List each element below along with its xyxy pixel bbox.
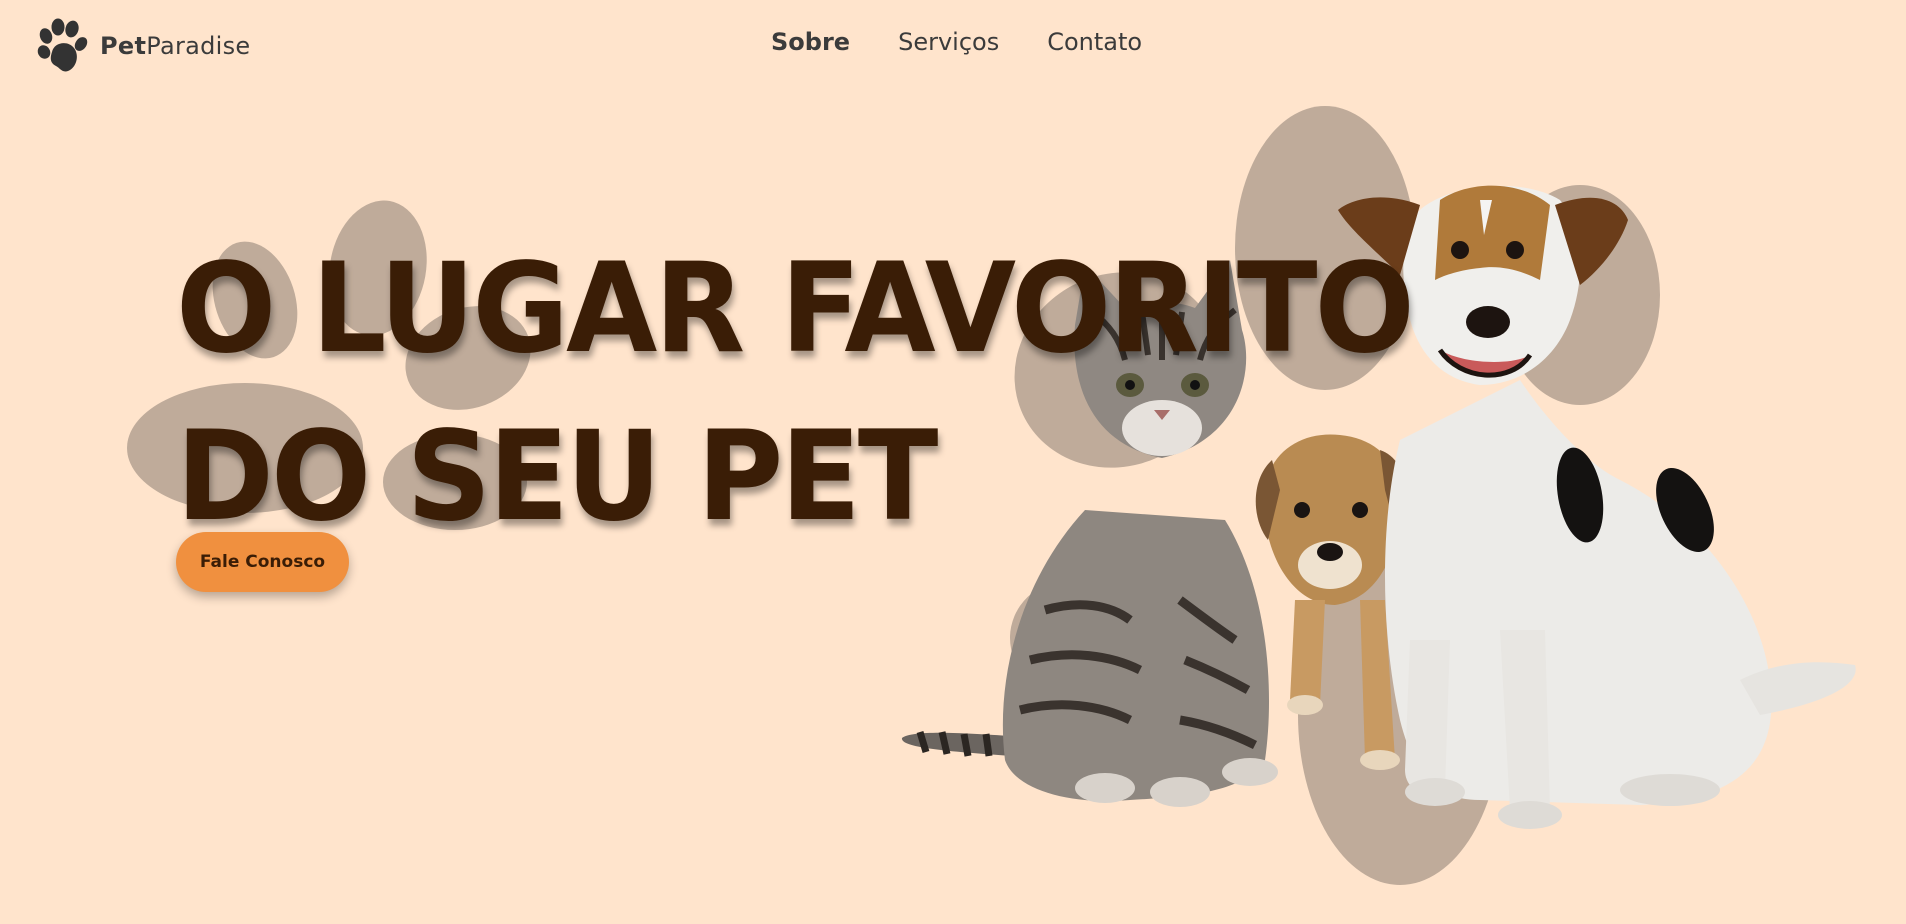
logo-text-bold: Pet: [100, 32, 147, 60]
logo[interactable]: PetParadise: [34, 18, 251, 74]
hero-headline: O LUGAR FAVORITO DO SEU PET: [176, 224, 1415, 560]
landing-page: PetParadise Sobre Serviços Contato O LUG…: [0, 0, 1906, 924]
dog-image: [1338, 185, 1856, 829]
hero-headline-line2: DO SEU PET: [176, 403, 938, 549]
nav-link-contato[interactable]: Contato: [1047, 30, 1142, 54]
contact-button[interactable]: Fale Conosco: [176, 532, 349, 592]
logo-text-light: Paradise: [146, 32, 251, 60]
hero-headline-line1: O LUGAR FAVORITO: [176, 235, 1415, 381]
paw-icon: [34, 18, 90, 74]
nav-link-sobre[interactable]: Sobre: [771, 30, 850, 54]
main-nav: Sobre Serviços Contato: [771, 30, 1142, 54]
logo-text: PetParadise: [100, 34, 251, 58]
nav-link-servicos[interactable]: Serviços: [898, 30, 999, 54]
